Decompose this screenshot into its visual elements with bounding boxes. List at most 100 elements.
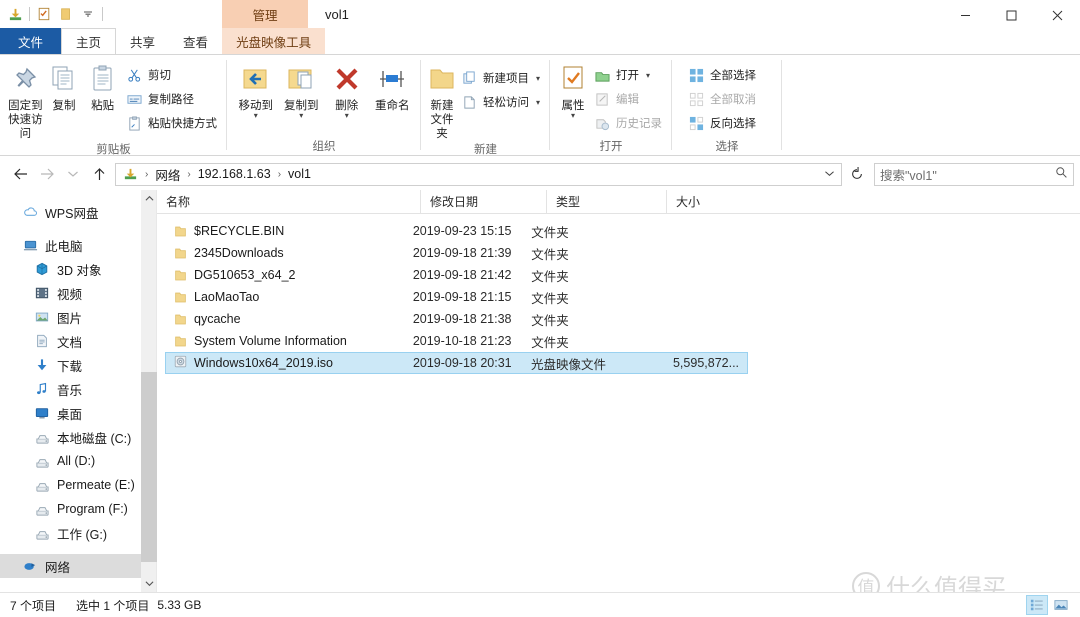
pin-icon	[12, 62, 38, 96]
sidebar-item-documents[interactable]: 文档	[0, 329, 141, 353]
pin-to-quick-access-button[interactable]: 固定到 快速访问	[6, 60, 45, 141]
invert-selection-button[interactable]: 反向选择	[684, 111, 760, 135]
close-button[interactable]	[1034, 0, 1080, 30]
search-icon[interactable]	[1055, 166, 1068, 182]
delete-button[interactable]: 删除 ▾	[324, 60, 370, 120]
cut-label: 剪切	[148, 70, 172, 82]
navigation-pane-scrollbar[interactable]	[141, 190, 157, 592]
breadcrumb-vol1[interactable]: vol1	[286, 167, 313, 181]
sidebar-item-network[interactable]: 网络	[0, 554, 141, 578]
address-field[interactable]: › 网络 › 192.168.1.63 › vol1	[115, 162, 842, 186]
sidebar-item-drive-f[interactable]: Program (F:)	[0, 497, 141, 521]
open-caret-icon[interactable]: ▾	[646, 71, 650, 80]
new-item-icon	[461, 70, 478, 87]
column-header-date[interactable]: 修改日期	[420, 189, 546, 214]
paste-button[interactable]: 粘贴	[83, 60, 122, 113]
select-small-buttons: 全部选择 全部取消 反向选择	[684, 60, 760, 135]
table-row[interactable]: DG510653_x64_2 2019-09-18 21:42 文件夹	[165, 264, 748, 286]
properties-button[interactable]: 属性 ▾	[556, 60, 590, 120]
ribbon-group-new: 新建 文件夹 新建项目 ▾ 轻松访问 ▾ 新建	[421, 55, 550, 156]
easy-access-button[interactable]: 轻松访问 ▾	[457, 90, 544, 114]
sidebar-item-videos[interactable]: 视频	[0, 281, 141, 305]
sidebar-item-drive-c[interactable]: 本地磁盘 (C:)	[0, 425, 141, 449]
tab-home[interactable]: 主页	[61, 28, 117, 54]
sidebar-item-drive-g[interactable]: 工作 (G:)	[0, 521, 141, 545]
delete-caret-icon[interactable]: ▾	[345, 112, 349, 120]
copy-to-button[interactable]: 复制到 ▾	[279, 60, 325, 120]
new-item-caret-icon[interactable]: ▾	[536, 74, 540, 83]
table-row[interactable]: 2345Downloads 2019-09-18 21:39 文件夹	[165, 242, 748, 264]
maximize-button[interactable]	[988, 0, 1034, 30]
table-row[interactable]: LaoMaoTao 2019-09-18 21:15 文件夹	[165, 286, 748, 308]
column-header-size[interactable]: 大小	[666, 189, 776, 214]
breadcrumb-network[interactable]: 网络	[153, 165, 182, 184]
details-view-icon[interactable]	[1026, 595, 1048, 615]
rename-button[interactable]: 重命名	[370, 60, 416, 113]
sidebar-item-drive-e[interactable]: Permeate (E:)	[0, 473, 141, 497]
qat-customize-caret-icon[interactable]	[77, 3, 99, 25]
sidebar-item-pictures[interactable]: 图片	[0, 305, 141, 329]
paste-label: 粘贴	[91, 100, 115, 112]
navigation-pane[interactable]: WPS网盘 此电脑 3D 对象 视频 图片 文档 下载 音乐 桌面 本地磁盘 (…	[0, 190, 141, 592]
new-item-button[interactable]: 新建项目 ▾	[457, 66, 544, 90]
recent-locations-button[interactable]	[60, 161, 86, 187]
breadcrumb-host[interactable]: 192.168.1.63	[196, 167, 273, 181]
status-selection-size: 5.33 GB	[157, 598, 202, 612]
copy-to-caret-icon[interactable]: ▾	[299, 112, 303, 120]
history-button[interactable]: 历史记录	[590, 111, 666, 135]
sidebar-label-videos: 视频	[57, 287, 83, 302]
column-header-type[interactable]: 类型	[546, 189, 666, 214]
file-list-pane[interactable]: 名称 修改日期 类型 大小 $RECYCLE.BIN 2019-09-23 15…	[157, 189, 1080, 592]
edit-button[interactable]: 编辑	[590, 87, 666, 111]
sidebar-item-wps-cloud[interactable]: WPS网盘	[0, 200, 141, 224]
copy-path-button[interactable]: 复制路径	[122, 87, 221, 111]
nav-spacer-1	[0, 224, 141, 233]
sidebar-item-downloads[interactable]: 下载	[0, 353, 141, 377]
tab-view[interactable]: 查看	[169, 28, 222, 54]
table-row[interactable]: qycache 2019-09-18 21:38 文件夹	[165, 308, 748, 330]
qat-download-folder-icon[interactable]	[4, 3, 26, 25]
refresh-button[interactable]	[844, 161, 870, 187]
column-headers: 名称 修改日期 类型 大小	[157, 189, 1080, 214]
select-all-button[interactable]: 全部选择	[684, 63, 760, 87]
address-dropdown-caret-icon[interactable]	[824, 167, 835, 181]
thumbnails-view-icon[interactable]	[1050, 595, 1072, 615]
paste-shortcut-button[interactable]: 粘贴快捷方式	[122, 111, 221, 135]
forward-button[interactable]	[34, 161, 60, 187]
table-row[interactable]: $RECYCLE.BIN 2019-09-23 15:15 文件夹	[165, 220, 748, 242]
open-button[interactable]: 打开 ▾	[590, 63, 666, 87]
search-input[interactable]: 搜索"vol1"	[880, 165, 1055, 184]
scroll-down-arrow-icon[interactable]	[141, 575, 157, 592]
sidebar-label-pictures: 图片	[57, 311, 83, 326]
copy-button[interactable]: 复制	[45, 60, 84, 113]
ribbon-tabs: 文件 主页 共享 查看 光盘映像工具	[0, 28, 1080, 54]
search-box[interactable]: 搜索"vol1"	[874, 162, 1074, 186]
tab-share[interactable]: 共享	[116, 28, 169, 54]
qat-new-folder-icon[interactable]	[55, 3, 77, 25]
back-button[interactable]	[8, 161, 34, 187]
sidebar-item-3d-objects[interactable]: 3D 对象	[0, 257, 141, 281]
table-row[interactable]: Windows10x64_2019.iso 2019-09-18 20:31 光…	[165, 352, 748, 374]
table-row[interactable]: System Volume Information 2019-10-18 21:…	[165, 330, 748, 352]
scrollbar-thumb[interactable]	[141, 372, 157, 562]
new-folder-button[interactable]: 新建 文件夹	[427, 60, 457, 141]
sidebar-item-desktop[interactable]: 桌面	[0, 401, 141, 425]
tab-file[interactable]: 文件	[0, 28, 62, 54]
open-small-buttons: 打开 ▾ 编辑 历史记录	[590, 60, 666, 135]
qat-properties-icon[interactable]	[33, 3, 55, 25]
sidebar-item-music[interactable]: 音乐	[0, 377, 141, 401]
move-to-button[interactable]: 移动到 ▾	[233, 60, 279, 120]
sidebar-label-desktop: 桌面	[57, 407, 83, 422]
cut-button[interactable]: 剪切	[122, 63, 221, 87]
tab-disc-image-tools[interactable]: 光盘映像工具	[222, 28, 326, 54]
easy-access-caret-icon[interactable]: ▾	[536, 98, 540, 107]
up-button[interactable]	[86, 161, 112, 187]
minimize-button[interactable]	[942, 0, 988, 30]
move-to-caret-icon[interactable]: ▾	[254, 112, 258, 120]
sidebar-item-this-pc[interactable]: 此电脑	[0, 233, 141, 257]
scroll-up-arrow-icon[interactable]	[141, 190, 157, 207]
sidebar-item-drive-d[interactable]: All (D:)	[0, 449, 141, 473]
select-none-button[interactable]: 全部取消	[684, 87, 760, 111]
column-header-name[interactable]: 名称	[157, 190, 420, 214]
properties-caret-icon[interactable]: ▾	[571, 112, 575, 120]
